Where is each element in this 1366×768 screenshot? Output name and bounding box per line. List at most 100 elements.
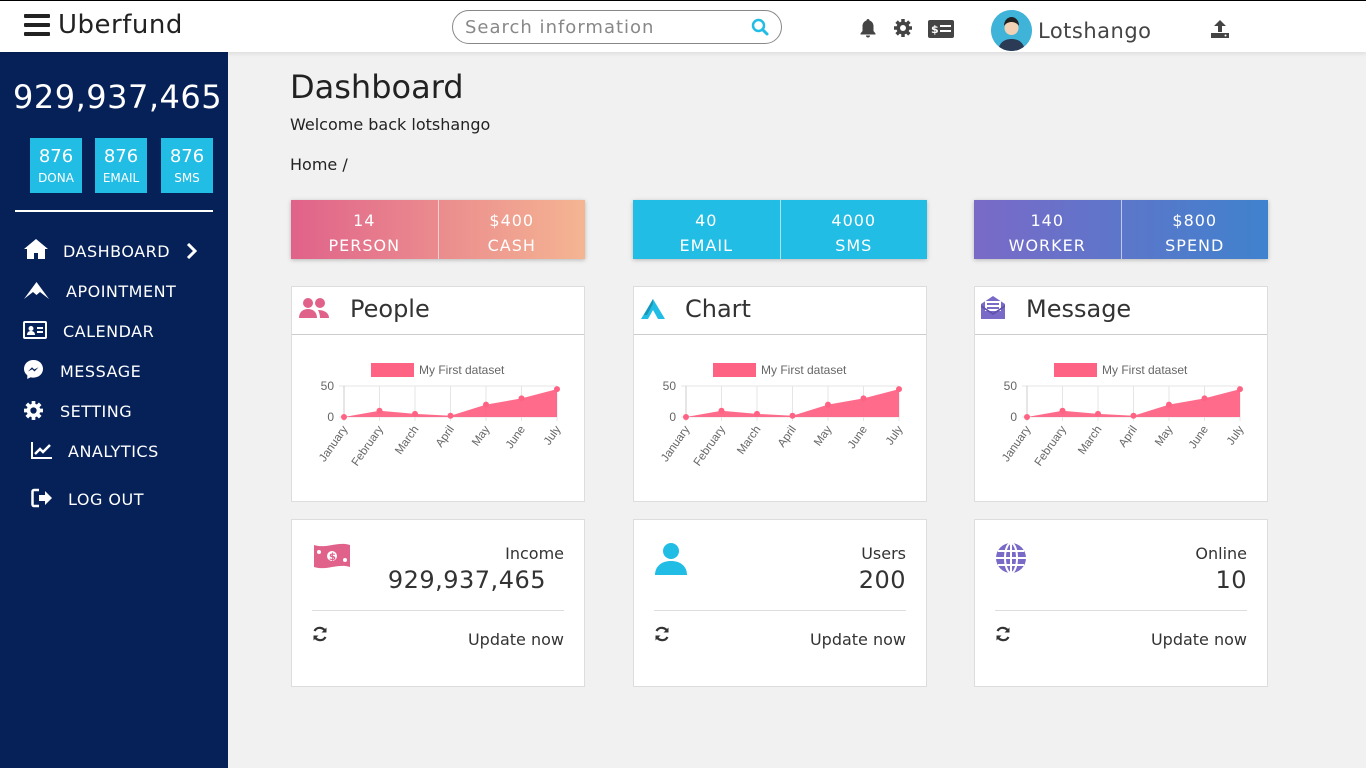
chevron-right-icon <box>186 243 197 259</box>
x-tick-label: January <box>659 424 692 465</box>
sidebar-item-dashboard[interactable]: DASHBOARD <box>0 235 228 267</box>
data-point[interactable] <box>1166 401 1172 408</box>
gear-icon[interactable] <box>893 18 913 38</box>
mini-stat-sms[interactable]: 876 SMS <box>161 138 213 193</box>
x-tick-label: February <box>1033 424 1069 469</box>
user-menu[interactable]: Lotshango <box>991 10 1152 51</box>
bell-icon[interactable] <box>859 18 877 38</box>
data-point[interactable] <box>341 414 347 420</box>
chart-line-icon <box>31 442 52 459</box>
sidebar-item-label: MESSAGE <box>60 361 142 381</box>
data-point[interactable] <box>1024 414 1030 420</box>
card-title: People <box>350 295 430 323</box>
data-point[interactable] <box>896 386 902 393</box>
sidebar-item-analytics[interactable]: ANALYTICS <box>0 435 228 467</box>
info-card-users: Users 200 Update now <box>633 519 927 687</box>
sidebar-item-message[interactable]: MESSAGE <box>0 355 228 387</box>
data-point[interactable] <box>1059 407 1066 414</box>
brand: Uberfund <box>24 10 183 40</box>
update-now-link[interactable]: Update now <box>1151 630 1247 649</box>
top-bar: Uberfund $ Lotshango <box>0 0 1366 52</box>
data-point[interactable] <box>447 412 454 419</box>
stat-bar-messaging: 40 EMAIL 4000 SMS <box>633 200 927 259</box>
data-point[interactable] <box>1237 386 1243 393</box>
stat-spend[interactable]: $800 SPEND <box>1120 200 1269 259</box>
messenger-icon <box>24 360 43 379</box>
globe-icon <box>996 542 1026 574</box>
hamburger-menu-icon[interactable] <box>24 14 50 36</box>
y-tick-label: 0 <box>327 410 334 424</box>
data-point[interactable] <box>518 395 525 402</box>
mini-stat-dona[interactable]: 876 DONA <box>30 138 82 193</box>
legend-swatch[interactable] <box>713 363 756 377</box>
info-card-income: $ Income 929,937,465 Update now <box>291 519 585 687</box>
x-tick-label: June <box>1187 424 1211 451</box>
stat-worker[interactable]: 140 WORKER <box>974 200 1121 259</box>
legend-label: My First dataset <box>1102 363 1188 377</box>
sidebar-item-log-out[interactable]: LOG OUT <box>0 483 228 515</box>
info-label: Users <box>861 544 906 563</box>
legend-label: My First dataset <box>419 363 505 377</box>
breadcrumb-home-link[interactable]: Home <box>290 155 337 174</box>
x-tick-label: May <box>812 424 834 449</box>
y-tick-label: 0 <box>669 410 676 424</box>
data-point[interactable] <box>825 401 831 408</box>
sign-out-icon <box>31 488 52 508</box>
info-card-online: Online 10 Update now <box>974 519 1268 687</box>
stat-label: WORKER <box>1008 236 1086 255</box>
sidebar-item-setting[interactable]: SETTING <box>0 395 228 427</box>
x-tick-label: January <box>1000 424 1033 465</box>
data-point[interactable] <box>1095 410 1101 417</box>
envelope-open-icon <box>981 296 1005 319</box>
search-box <box>452 10 782 44</box>
stat-email[interactable]: 40 EMAIL <box>633 200 780 259</box>
info-value: 200 <box>858 566 906 594</box>
upload-icon[interactable] <box>1210 19 1230 39</box>
data-point[interactable] <box>789 412 796 419</box>
search-input[interactable] <box>465 16 751 38</box>
card-header: Chart <box>634 287 926 335</box>
data-point[interactable] <box>483 401 489 408</box>
data-point[interactable] <box>376 407 383 414</box>
data-point[interactable] <box>860 395 867 402</box>
money-check-icon[interactable]: $ <box>928 20 954 38</box>
x-tick-label: May <box>1153 424 1175 449</box>
stat-person[interactable]: 14 PERSON <box>291 200 438 259</box>
avatar <box>991 10 1032 51</box>
refresh-icon[interactable] <box>654 626 670 642</box>
stat-bar-workforce: 140 WORKER $800 SPEND <box>974 200 1268 259</box>
stat-sms[interactable]: 4000 SMS <box>779 200 928 259</box>
sidebar-item-label: CALENDAR <box>63 321 155 341</box>
update-now-link[interactable]: Update now <box>810 630 906 649</box>
legend-swatch[interactable] <box>1054 363 1097 377</box>
legend-swatch[interactable] <box>371 363 414 377</box>
mini-stat-email[interactable]: 876 EMAIL <box>95 138 147 193</box>
x-tick-label: April <box>1117 424 1140 450</box>
data-point[interactable] <box>1201 395 1208 402</box>
y-tick-label: 50 <box>1004 379 1018 393</box>
update-now-link[interactable]: Update now <box>468 630 564 649</box>
data-point[interactable] <box>683 414 689 420</box>
refresh-icon[interactable] <box>995 626 1011 642</box>
data-point[interactable] <box>412 410 418 417</box>
stat-label: EMAIL <box>679 236 733 255</box>
data-point[interactable] <box>554 386 560 393</box>
stat-cash[interactable]: $400 CASH <box>437 200 586 259</box>
stat-value: $800 <box>1172 211 1218 230</box>
divider <box>312 610 564 611</box>
x-tick-label: July <box>884 424 906 448</box>
svg-text:$: $ <box>329 552 336 563</box>
user-icon <box>655 543 687 575</box>
mini-stat-label: DONA <box>38 171 74 185</box>
search-icon[interactable] <box>751 18 769 36</box>
card-header: Message <box>975 287 1267 335</box>
data-point[interactable] <box>718 407 725 414</box>
data-point[interactable] <box>754 410 760 417</box>
refresh-icon[interactable] <box>312 626 328 642</box>
sidebar-item-apointment[interactable]: APOINTMENT <box>0 275 228 307</box>
sidebar-item-calendar[interactable]: CALENDAR <box>0 315 228 347</box>
data-point[interactable] <box>1130 412 1137 419</box>
mini-stat-label: SMS <box>174 171 200 185</box>
mini-stat-value: 876 <box>38 146 74 167</box>
chart-card-people: People My First dataset 0 50 January Februar… <box>291 286 585 502</box>
